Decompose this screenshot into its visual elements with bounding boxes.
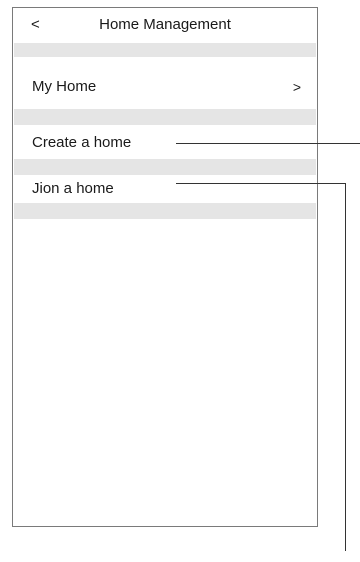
menu-item-join-home[interactable]: Jion a home: [13, 176, 317, 202]
menu-item-create-home[interactable]: Create a home: [13, 126, 317, 158]
phone-frame: < Home Management My Home > Create a hom…: [12, 7, 318, 527]
screen-canvas: < Home Management My Home > Create a hom…: [0, 0, 360, 562]
section-separator: [14, 159, 316, 175]
callout-line-create-home: [176, 143, 360, 144]
section-separator: [14, 109, 316, 125]
page-title: Home Management: [99, 16, 231, 33]
callout-line-join-home-vertical: [345, 183, 346, 551]
chevron-right-icon: >: [292, 79, 301, 95]
menu-item-label: Jion a home: [32, 180, 114, 197]
menu-item-label: Create a home: [32, 134, 132, 151]
section-separator: [14, 43, 316, 57]
menu-item-my-home[interactable]: My Home >: [13, 58, 317, 108]
callout-line-join-home: [176, 183, 346, 184]
menu-item-label: My Home: [32, 78, 97, 95]
header-bar: < Home Management: [13, 8, 317, 42]
section-separator: [14, 203, 316, 219]
